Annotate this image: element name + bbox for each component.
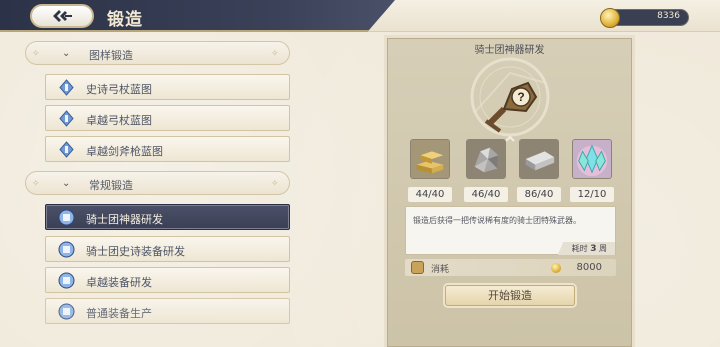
item-label: 普通装备生产 [86,307,152,320]
cost-label: 消耗 [431,265,450,275]
cost-value: 8000 [576,262,602,273]
item-label: 史诗弓杖蓝图 [86,83,152,96]
ornament-icon: ✧ [32,179,40,189]
ornament-icon: ✧ [32,49,40,59]
list-item-superior-gear[interactable]: 卓越装备研发 [45,267,290,293]
section-label: 图样锻造 [89,49,133,62]
mystery-weapon-icon: ? [470,57,550,142]
description-text: 锻造后获得一把传说稀有度的骑士团特殊武器。 [413,216,581,225]
list-item-common-gear[interactable]: 普通装备生产 [45,298,290,324]
equipment-icon [58,209,75,226]
material-count: 46/40 [464,187,508,202]
gold-bars-icon [410,139,450,179]
material-slot[interactable]: 46/40 [464,139,508,202]
page-title: 锻造 [107,10,143,30]
list-item-knight-artifact[interactable]: 骑士团神器研发 [45,204,290,230]
detail-panel: 骑士团神器研发 ? 44/40 46/40 86/40 12/10 锻造后获得一… [387,38,632,347]
material-slot[interactable]: 12/10 [570,139,614,202]
section-label: 常规锻造 [89,179,133,192]
material-count: 86/40 [517,187,561,202]
coin-icon [551,263,561,273]
section-header-blueprint[interactable]: ✧ ⌄ 图样锻造 ✧ [25,41,290,65]
description-box: 锻造后获得一把传说稀有度的骑士团特殊武器。 耗时 3 周 [405,206,616,255]
ornament-icon: ✧ [271,49,279,59]
duration-label: 耗时 [571,244,588,253]
ornament-icon: ✧ [271,179,279,189]
item-label: 骑士团史诗装备研发 [86,245,185,258]
list-item-superior-sword-blueprint[interactable]: 卓越剑斧枪蓝图 [45,136,290,162]
item-label: 卓越弓杖蓝图 [86,114,152,127]
blueprint-scroll-icon [59,110,74,127]
duration-value: 3 [590,244,597,254]
list-item-epic-bow-blueprint[interactable]: 史诗弓杖蓝图 [45,74,290,100]
material-count: 12/10 [570,187,614,202]
material-slot[interactable]: 44/40 [408,139,452,202]
materials-row: 44/40 46/40 86/40 12/10 [406,139,621,202]
currency-display: 8336 [600,8,689,28]
crystal-icon [572,139,612,179]
recipe-list: ✧ ⌄ 图样锻造 ✧ 史诗弓杖蓝图 卓越弓杖蓝图 卓越剑斧枪蓝图 ✧ ⌄ 常规锻… [20,38,295,347]
item-label: 骑士团神器研发 [86,213,163,226]
svg-text:?: ? [517,90,524,104]
equipment-icon [58,272,75,289]
chevron-down-icon: ⌄ [62,178,71,189]
item-label: 卓越装备研发 [86,276,152,289]
duration-badge: 耗时 3 周 [557,242,615,255]
steel-ingot-icon [519,139,559,179]
cost-row: 消耗 8000 [405,259,616,276]
duration-unit: 周 [599,244,607,253]
back-button[interactable] [30,4,94,28]
list-item-knight-epic-gear[interactable]: 骑士团史诗装备研发 [45,236,290,262]
start-forge-button[interactable]: 开始锻造 [445,285,575,306]
bag-icon [411,261,424,274]
equipment-icon [58,241,75,258]
blueprint-scroll-icon [59,79,74,96]
top-bar: 锻造 8336 [0,0,720,32]
section-header-regular[interactable]: ✧ ⌄ 常规锻造 ✧ [25,171,290,195]
back-arrow-icon [53,10,72,22]
blueprint-scroll-icon [59,141,74,158]
coin-icon [600,8,620,28]
material-slot[interactable]: 86/40 [517,139,561,202]
item-label: 卓越剑斧枪蓝图 [86,145,163,158]
currency-value: 8336 [657,11,680,21]
material-count: 44/40 [408,187,452,202]
equipment-icon [58,303,75,320]
list-item-superior-bow-blueprint[interactable]: 卓越弓杖蓝图 [45,105,290,131]
chevron-down-icon: ⌄ [62,48,71,59]
iron-ore-icon [466,139,506,179]
